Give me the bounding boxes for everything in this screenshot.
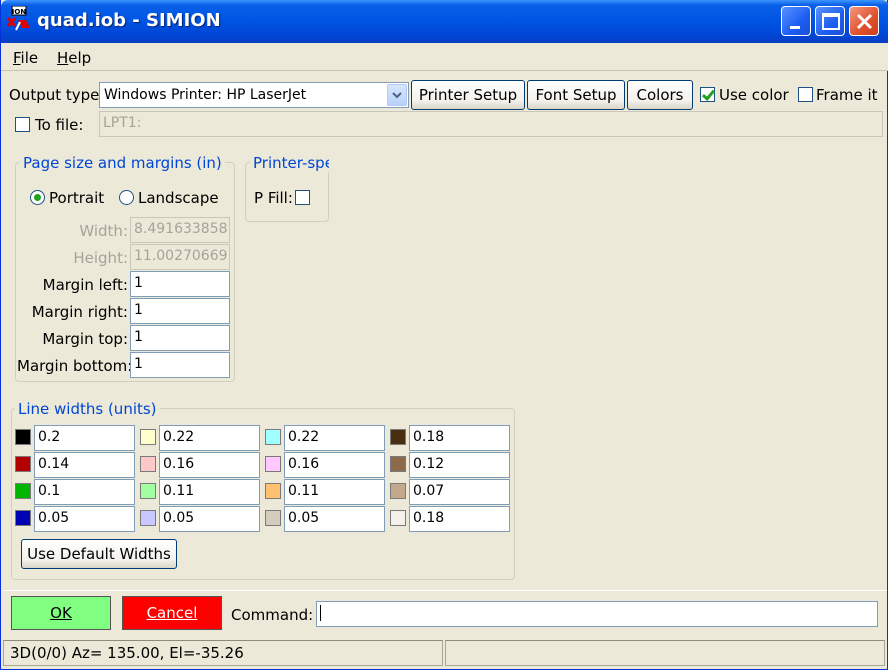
output-type-label: Output type: <box>9 86 105 104</box>
line-color-swatch[interactable] <box>15 483 31 499</box>
status-bar-main: 3D(0/0) Az= 135.00, El=-35.26 <box>3 640 443 666</box>
close-button[interactable] <box>849 6 879 36</box>
app-icon-text: ION <box>12 8 27 16</box>
colors-button[interactable]: Colors <box>627 80 693 110</box>
use-color-checkbox[interactable] <box>700 87 715 102</box>
use-color-label: Use color <box>719 86 789 104</box>
line-widths-group-title: Line widths (units) <box>15 400 160 418</box>
margin-bottom-field[interactable]: 1 <box>130 352 230 378</box>
to-file-label: To file: <box>35 116 84 134</box>
app-window: ION quad.iob - SIMION File Help Output t… <box>0 0 888 670</box>
frame-it-label: Frame it <box>816 86 878 104</box>
height-field[interactable]: 11.00270669 <box>130 244 230 270</box>
line-width-field[interactable]: 0.07 <box>409 479 510 505</box>
landscape-radio[interactable] <box>119 190 134 205</box>
menu-bar: File Help <box>1 43 888 71</box>
line-color-swatch[interactable] <box>15 510 31 526</box>
line-color-swatch[interactable] <box>265 456 281 472</box>
line-width-field[interactable]: 0.11 <box>159 479 260 505</box>
line-width-field[interactable]: 0.2 <box>34 425 135 451</box>
line-color-swatch[interactable] <box>15 429 31 445</box>
cancel-button-label: Cancel <box>146 604 198 622</box>
line-color-swatch[interactable] <box>140 429 156 445</box>
minimize-button[interactable] <box>781 6 811 36</box>
line-width-field[interactable]: 0.12 <box>409 452 510 478</box>
line-color-swatch[interactable] <box>390 429 406 445</box>
chevron-down-icon[interactable] <box>387 84 407 106</box>
line-color-swatch[interactable] <box>15 456 31 472</box>
p-fill-label: P Fill: <box>254 189 293 207</box>
line-color-swatch[interactable] <box>390 456 406 472</box>
line-width-field[interactable]: 0.18 <box>409 506 510 532</box>
line-color-swatch[interactable] <box>140 483 156 499</box>
landscape-label: Landscape <box>138 189 219 207</box>
frame-it-checkbox[interactable] <box>798 87 813 102</box>
text-cursor <box>320 605 321 621</box>
menu-file[interactable]: File <box>13 49 38 67</box>
status-text: 3D(0/0) Az= 135.00, El=-35.26 <box>10 644 244 662</box>
output-type-value: Windows Printer: HP LaserJet <box>104 87 307 103</box>
ok-button-label: OK <box>50 604 72 622</box>
line-color-swatch[interactable] <box>390 483 406 499</box>
line-width-field[interactable]: 0.05 <box>34 506 135 532</box>
line-width-field[interactable]: 0.14 <box>34 452 135 478</box>
to-file-checkbox[interactable] <box>15 117 30 132</box>
status-bar-secondary <box>445 640 885 666</box>
line-color-swatch[interactable] <box>265 483 281 499</box>
menu-file-rest: ile <box>20 49 39 67</box>
use-default-widths-button[interactable]: Use Default Widths <box>21 539 177 569</box>
margin-top-label: Margin top: <box>42 330 128 348</box>
width-label: Width: <box>79 222 128 240</box>
margin-top-field[interactable]: 1 <box>130 325 230 351</box>
simion-app-icon: ION <box>6 5 32 32</box>
cancel-button[interactable]: Cancel <box>122 596 222 630</box>
output-type-select[interactable]: Windows Printer: HP LaserJet <box>99 82 409 108</box>
margin-right-field[interactable]: 1 <box>130 298 230 324</box>
portrait-radio[interactable] <box>30 190 45 205</box>
command-label: Command: <box>231 606 314 624</box>
line-width-field[interactable]: 0.05 <box>159 506 260 532</box>
line-color-swatch[interactable] <box>140 456 156 472</box>
margin-bottom-label: Margin bottom: <box>17 357 133 375</box>
line-color-swatch[interactable] <box>265 510 281 526</box>
p-fill-checkbox[interactable] <box>295 190 310 205</box>
page-size-group-title: Page size and margins (in) <box>20 154 225 172</box>
menu-file-accel: F <box>13 49 21 67</box>
width-field[interactable]: 8.491633858 <box>130 217 230 243</box>
printer-setup-button[interactable]: Printer Setup <box>411 80 525 110</box>
margin-left-label: Margin left: <box>42 276 128 294</box>
font-setup-button[interactable]: Font Setup <box>527 80 625 110</box>
line-color-swatch[interactable] <box>390 510 406 526</box>
maximize-button[interactable] <box>815 6 845 36</box>
line-width-field[interactable]: 0.1 <box>34 479 135 505</box>
ok-button[interactable]: OK <box>11 596 111 630</box>
line-color-swatch[interactable] <box>265 429 281 445</box>
line-width-field[interactable]: 0.16 <box>159 452 260 478</box>
line-width-field[interactable]: 0.22 <box>284 425 385 451</box>
line-width-field[interactable]: 0.16 <box>284 452 385 478</box>
line-color-swatch[interactable] <box>140 510 156 526</box>
margin-right-label: Margin right: <box>31 303 128 321</box>
menu-help-accel: H <box>57 49 69 67</box>
printer-specific-group-title: Printer-spe <box>250 154 329 172</box>
menu-help-rest: elp <box>68 49 92 67</box>
window-title: quad.iob - SIMION <box>37 10 221 31</box>
menu-help[interactable]: Help <box>57 49 91 67</box>
to-file-input[interactable]: LPT1: <box>99 111 883 137</box>
line-width-field[interactable]: 0.22 <box>159 425 260 451</box>
margin-left-field[interactable]: 1 <box>130 271 230 297</box>
height-label: Height: <box>73 249 128 267</box>
line-width-field[interactable]: 0.11 <box>284 479 385 505</box>
portrait-label: Portrait <box>49 189 105 207</box>
title-bar[interactable]: ION quad.iob - SIMION <box>1 0 888 43</box>
command-input[interactable] <box>316 601 878 627</box>
line-width-field[interactable]: 0.18 <box>409 425 510 451</box>
line-width-field[interactable]: 0.05 <box>284 506 385 532</box>
